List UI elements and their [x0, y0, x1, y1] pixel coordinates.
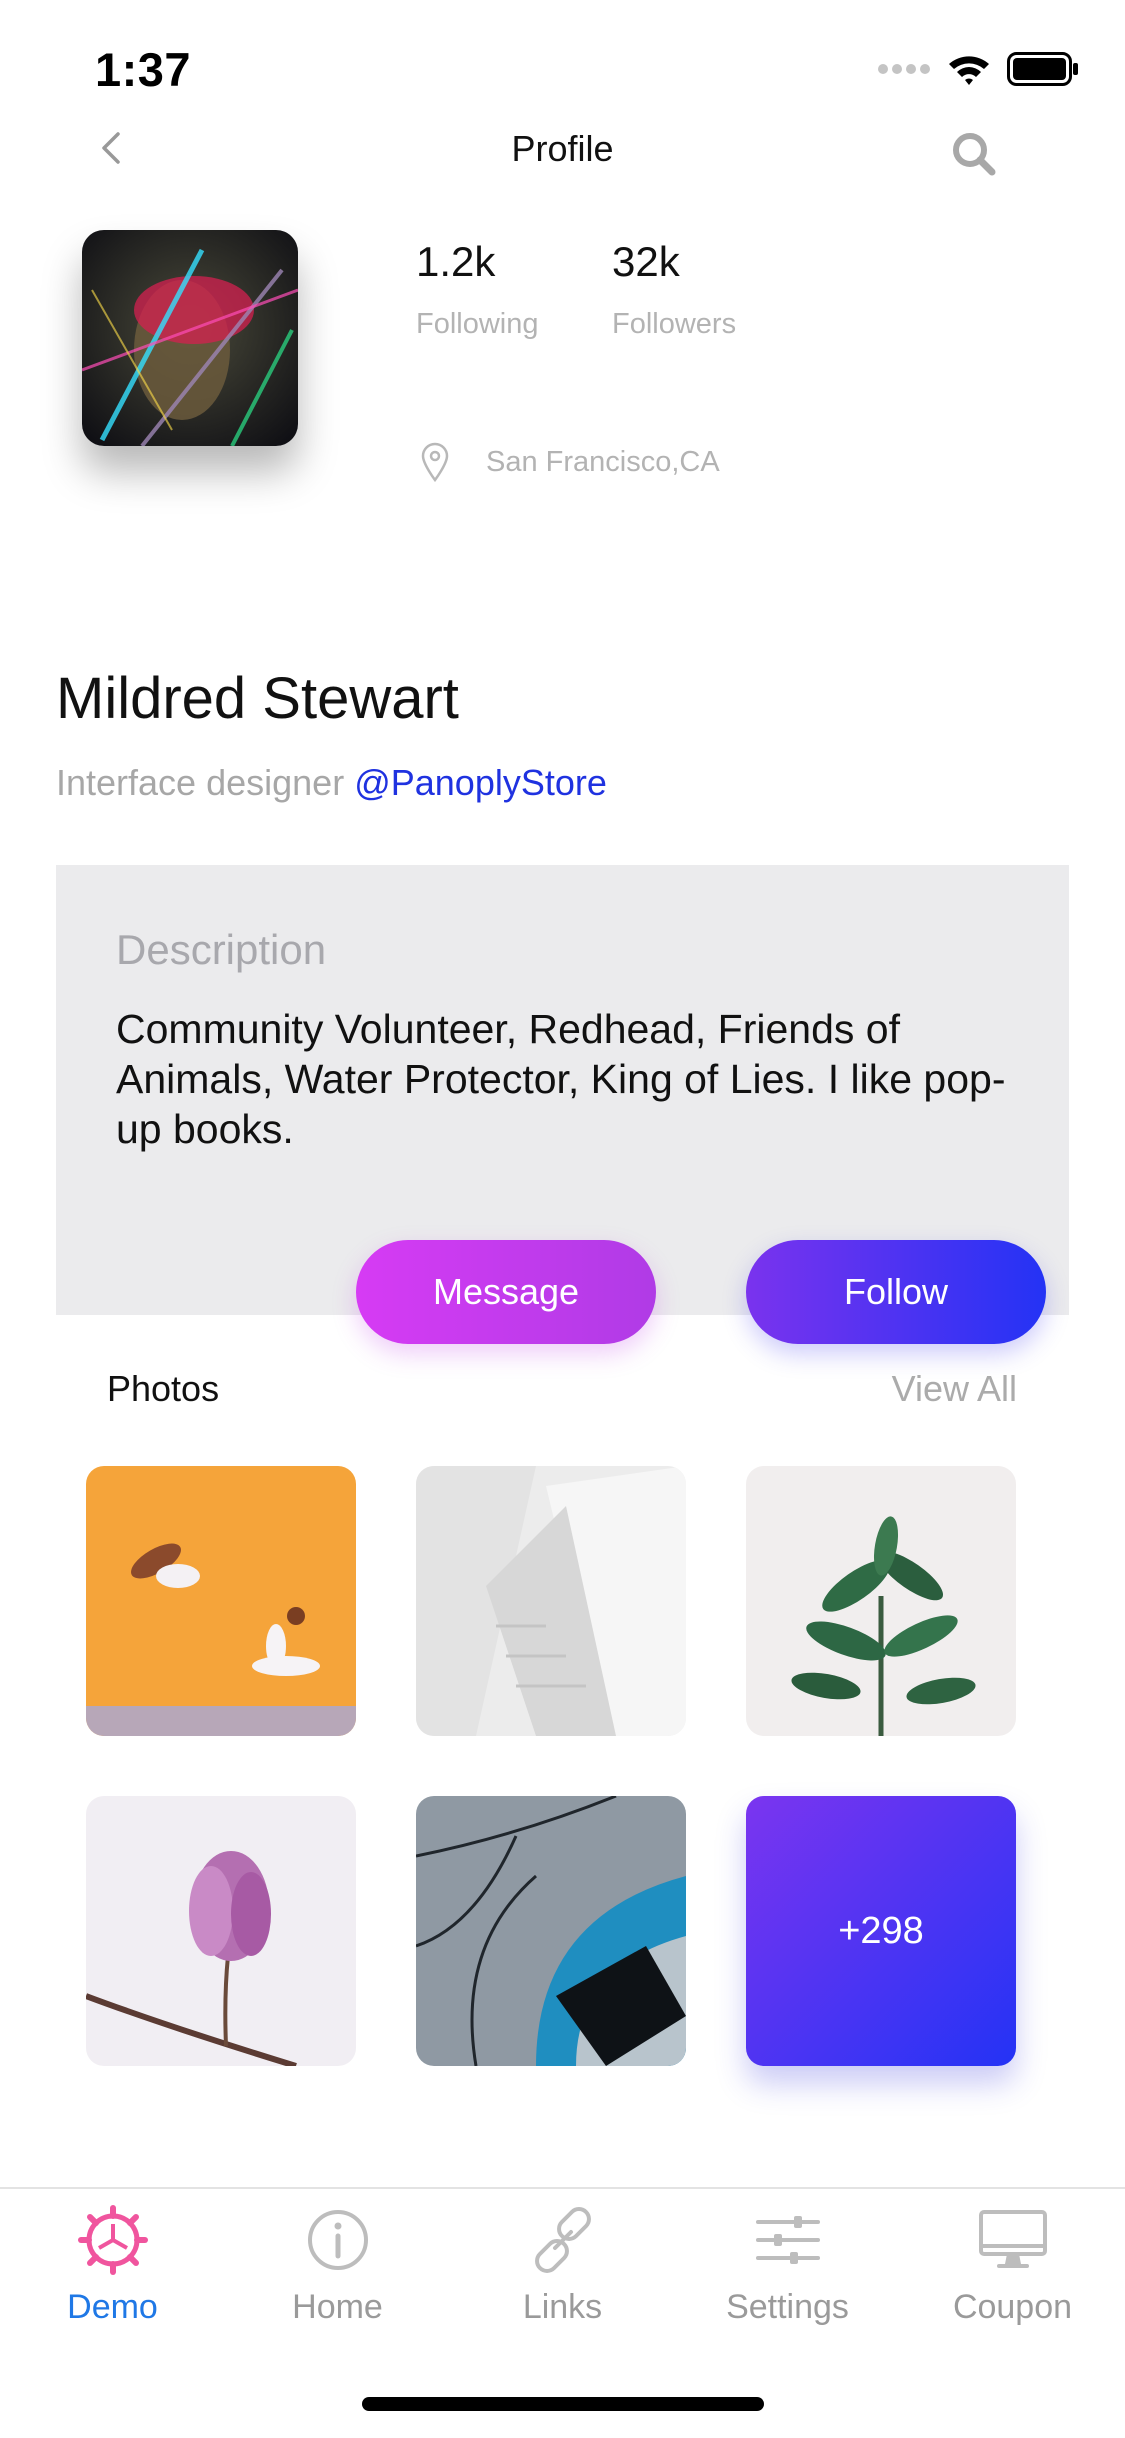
more-photos-tile[interactable]: +298	[746, 1796, 1016, 2066]
location-text: San Francisco,CA	[486, 446, 720, 478]
follow-button[interactable]: Follow	[746, 1240, 1046, 1344]
tab-label: Home	[292, 2288, 383, 2326]
photo-architecture	[416, 1796, 686, 2066]
photo-tile[interactable]	[746, 1466, 1016, 1736]
tab-label: Links	[522, 2288, 603, 2326]
avatar-image	[82, 230, 298, 446]
photo-stairs	[416, 1466, 686, 1736]
role-text: Interface designer	[56, 762, 345, 803]
sliders-icon	[755, 2216, 820, 2264]
following-count[interactable]: 1.2k	[416, 238, 495, 286]
tab-demo[interactable]: Demo	[0, 2204, 225, 2327]
description-title: Description	[116, 926, 327, 973]
info-icon	[307, 2210, 368, 2270]
gear-icon	[77, 2205, 148, 2275]
monitor-icon	[978, 2210, 1047, 2268]
description-text: Community Volunteer, Redhead, Friends of…	[116, 1006, 1006, 1152]
photo-tile[interactable]	[416, 1796, 686, 2066]
user-role: Interface designer @PanoplyStore	[56, 762, 607, 804]
photo-magnolia	[86, 1796, 356, 2066]
photo-tile[interactable]	[86, 1466, 356, 1736]
tab-label: Demo	[67, 2288, 158, 2326]
store-handle-link[interactable]: @PanoplyStore	[354, 762, 607, 803]
more-photos-count: +298	[838, 1909, 924, 1952]
search-icon[interactable]	[948, 128, 1000, 180]
photo-plant	[746, 1466, 1016, 1736]
followers-count[interactable]: 32k	[612, 238, 680, 286]
view-all-link[interactable]: View All	[892, 1368, 1017, 1410]
status-icons	[877, 52, 1079, 86]
user-name: Mildred Stewart	[56, 666, 459, 731]
battery-icon	[1007, 52, 1078, 86]
avatar[interactable]	[82, 230, 298, 446]
status-time: 1:37	[95, 43, 192, 96]
wifi-icon	[949, 56, 989, 85]
tab-home[interactable]: Home	[225, 2204, 450, 2327]
photo-yoga	[86, 1466, 356, 1736]
tab-label: Settings	[726, 2288, 849, 2326]
link-icon	[534, 2207, 591, 2273]
tab-settings[interactable]: Settings	[675, 2204, 900, 2327]
tab-coupon[interactable]: Coupon	[900, 2204, 1125, 2327]
photos-title: Photos	[107, 1368, 220, 1409]
signal-icon	[878, 64, 930, 74]
following-label: Following	[416, 308, 539, 340]
photo-tile[interactable]	[86, 1796, 356, 2066]
tab-links[interactable]: Links	[450, 2204, 675, 2327]
message-button[interactable]: Message	[356, 1240, 656, 1344]
location-pin-icon	[421, 442, 449, 482]
followers-label: Followers	[612, 308, 737, 340]
tab-label: Coupon	[952, 2288, 1073, 2326]
photo-tile[interactable]	[416, 1466, 686, 1736]
home-indicator[interactable]	[362, 2397, 764, 2411]
